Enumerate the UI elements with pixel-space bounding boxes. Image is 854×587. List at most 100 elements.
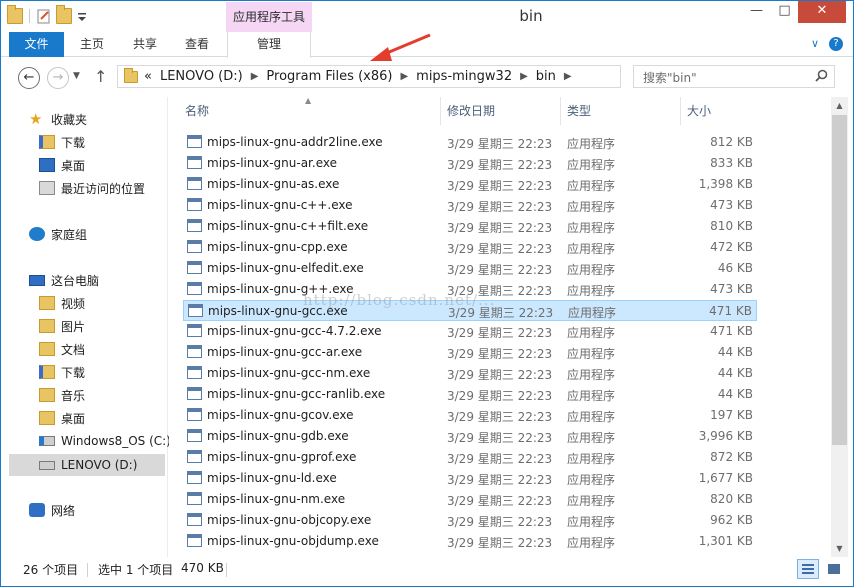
file-date: 3/29 星期三 22:23 (447, 158, 553, 172)
file-row[interactable]: mips-linux-gnu-ld.exe 3/29 星期三 22:23 应用程序 1… (183, 468, 757, 489)
close-button[interactable]: ✕ (798, 1, 846, 23)
file-name: mips-linux-gnu-objcopy.exe (207, 513, 372, 527)
nav-item-desktop-pc[interactable]: 桌面 (39, 408, 85, 428)
search-box[interactable]: 搜索"bin" (633, 65, 835, 88)
desktop-icon (39, 158, 55, 172)
file-type: 应用程序 (567, 389, 616, 403)
tab-home[interactable]: 主页 (69, 32, 115, 57)
properties-icon[interactable] (36, 8, 52, 24)
up-button[interactable]: ↑ (94, 67, 107, 86)
window-title: bin (519, 7, 543, 25)
file-row[interactable]: mips-linux-gnu-nm.exe 3/29 星期三 22:23 应用程序 8… (183, 489, 757, 510)
breadcrumb-separator-icon[interactable]: ▶ (520, 71, 528, 82)
file-row[interactable]: mips-linux-gnu-objcopy.exe 3/29 星期三 22:23… (183, 510, 757, 531)
file-name: mips-linux-gnu-gcc-nm.exe (207, 366, 371, 380)
file-row[interactable]: mips-linux-gnu-g++.exe 3/29 星期三 22:23 应用程序… (183, 279, 757, 300)
details-view-icon[interactable] (797, 559, 819, 579)
search-icon[interactable] (815, 69, 828, 82)
customize-qat-icon[interactable] (76, 8, 92, 24)
file-type: 应用程序 (567, 494, 616, 508)
nav-item-drive-d[interactable]: LENOVO (D:) (9, 454, 165, 476)
nav-label: 收藏夹 (51, 112, 88, 127)
nav-item-videos[interactable]: 视频 (39, 293, 85, 313)
file-date: 3/29 星期三 22:23 (447, 431, 553, 445)
scroll-down-icon[interactable]: ▼ (831, 540, 848, 557)
recent-locations-dropdown[interactable]: ▼ (73, 71, 80, 81)
exe-file-icon (187, 492, 202, 505)
file-row[interactable]: mips-linux-gnu-gdb.exe 3/29 星期三 22:23 应用程序… (183, 426, 757, 447)
file-row[interactable]: mips-linux-gnu-gprof.exe 3/29 星期三 22:23 应用… (183, 447, 757, 468)
back-button[interactable]: ← (18, 67, 40, 89)
file-name: mips-linux-gnu-gcc-4.7.2.exe (207, 324, 382, 338)
file-row[interactable]: mips-linux-gnu-gcc.exe 3/29 星期三 22:23 应用程序… (183, 300, 757, 321)
file-size: 1,398 KB (698, 177, 753, 191)
breadcrumb-program-files[interactable]: Program Files (x86) (266, 69, 392, 84)
downloads-folder-icon (39, 365, 55, 379)
minimize-button[interactable]: — (743, 1, 770, 23)
scroll-thumb[interactable] (832, 115, 847, 445)
breadcrumb-separator-icon[interactable]: ▶ (251, 71, 259, 82)
nav-item-this-pc[interactable]: 这台电脑 (29, 270, 99, 290)
search-placeholder[interactable]: 搜索"bin" (643, 69, 697, 86)
breadcrumb-mips-mingw32[interactable]: mips-mingw32 (416, 69, 512, 84)
file-size: 810 KB (710, 219, 753, 233)
file-row[interactable]: mips-linux-gnu-c++filt.exe 3/29 星期三 22:23… (183, 216, 757, 237)
column-size[interactable]: 大小 (681, 97, 759, 125)
file-row[interactable]: mips-linux-gnu-gcc-ar.exe 3/29 星期三 22:23 应… (183, 342, 757, 363)
context-tab-app-tools: 应用程序工具 (226, 2, 312, 33)
tab-manage[interactable]: 管理 (227, 32, 311, 58)
file-type: 应用程序 (567, 410, 616, 424)
file-row[interactable]: mips-linux-gnu-addr2line.exe 3/29 星期三 22:… (183, 132, 757, 153)
windows-drive-icon (39, 436, 55, 446)
file-date: 3/29 星期三 22:23 (447, 368, 553, 382)
column-type[interactable]: 类型 (561, 97, 681, 125)
file-row[interactable]: mips-linux-gnu-ar.exe 3/29 星期三 22:23 应用程序 8… (183, 153, 757, 174)
nav-item-music[interactable]: 音乐 (39, 385, 85, 405)
tab-file[interactable]: 文件 (9, 32, 64, 57)
breadcrumb-bin[interactable]: bin (536, 69, 556, 84)
file-date: 3/29 星期三 22:23 (447, 536, 553, 550)
column-date[interactable]: 修改日期 (441, 97, 561, 125)
maximize-button[interactable]: □ (771, 1, 798, 23)
nav-item-network[interactable]: 网络 (29, 500, 75, 520)
file-row[interactable]: mips-linux-gnu-elfedit.exe 3/29 星期三 22:23… (183, 258, 757, 279)
nav-item-recent[interactable]: 最近访问的位置 (39, 178, 145, 198)
nav-item-homegroup[interactable]: 家庭组 (29, 224, 87, 244)
forward-button[interactable]: → (47, 67, 69, 89)
breadcrumb-overflow[interactable]: « (144, 69, 152, 84)
file-type: 应用程序 (567, 368, 616, 382)
nav-item-pictures[interactable]: 图片 (39, 316, 85, 336)
tab-view[interactable]: 查看 (174, 32, 220, 57)
file-row[interactable]: mips-linux-gnu-as.exe 3/29 星期三 22:23 应用程序 1… (183, 174, 757, 195)
file-row[interactable]: mips-linux-gnu-gcc-nm.exe 3/29 星期三 22:23 应… (183, 363, 757, 384)
nav-label: 桌面 (61, 411, 86, 426)
file-name: mips-linux-gnu-gprof.exe (207, 450, 357, 464)
file-row[interactable]: mips-linux-gnu-gcc-4.7.2.exe 3/29 星期三 22:… (183, 321, 757, 342)
breadcrumb-separator-icon[interactable]: ▶ (400, 71, 408, 82)
large-icons-view-icon[interactable] (823, 559, 845, 579)
scroll-up-icon[interactable]: ▲ (831, 97, 848, 114)
nav-item-downloads[interactable]: 下载 (39, 132, 85, 152)
file-row[interactable]: mips-linux-gnu-gcov.exe 3/29 星期三 22:23 应用程… (183, 405, 757, 426)
vertical-scrollbar[interactable]: ▲ ▼ (831, 97, 848, 557)
file-row[interactable]: mips-linux-gnu-objdump.exe 3/29 星期三 22:23… (183, 531, 757, 552)
file-date: 3/29 星期三 22:23 (447, 389, 553, 403)
file-row[interactable]: mips-linux-gnu-gcc-ranlib.exe 3/29 星期三 22… (183, 384, 757, 405)
new-folder-icon[interactable] (56, 5, 72, 24)
folder-icon (124, 67, 138, 83)
nav-item-documents[interactable]: 文档 (39, 339, 85, 359)
nav-item-downloads-pc[interactable]: 下载 (39, 362, 85, 382)
nav-label: 下载 (61, 135, 86, 150)
help-icon[interactable]: ? (829, 37, 843, 51)
nav-item-favorites[interactable]: ★ 收藏夹 (29, 109, 87, 129)
file-type: 应用程序 (567, 263, 616, 277)
file-row[interactable]: mips-linux-gnu-c++.exe 3/29 星期三 22:23 应用程序… (183, 195, 757, 216)
breadcrumb-separator-icon[interactable]: ▶ (564, 71, 572, 82)
tab-share[interactable]: 共享 (122, 32, 168, 57)
column-name[interactable]: 名称 (179, 97, 441, 125)
breadcrumb-drive[interactable]: LENOVO (D:) (160, 69, 243, 84)
nav-item-drive-c[interactable]: Windows8_OS (C:) (39, 431, 171, 451)
expand-ribbon-icon[interactable]: ∨ (811, 37, 819, 51)
file-row[interactable]: mips-linux-gnu-cpp.exe 3/29 星期三 22:23 应用程序… (183, 237, 757, 258)
nav-item-desktop[interactable]: 桌面 (39, 155, 85, 175)
